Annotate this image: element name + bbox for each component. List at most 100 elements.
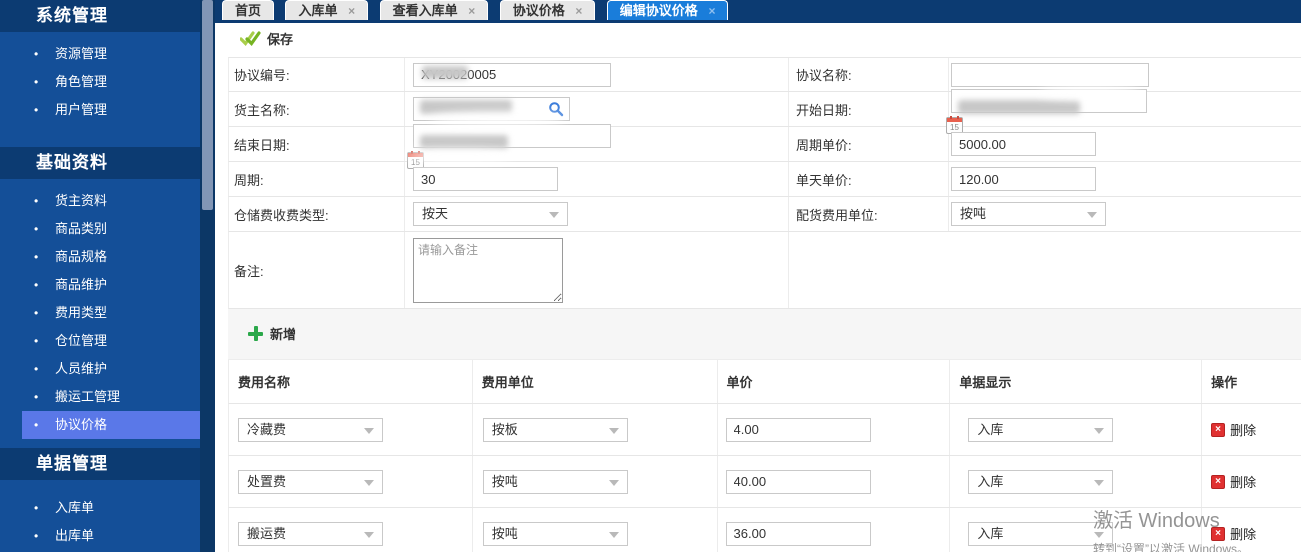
sidebar-item-inbound-order[interactable]: • 入库单 [0,494,200,522]
delivery-fee-unit-select[interactable]: 按吨 [951,202,1106,226]
main-content: 首页 入库单 × 查看入库单 × 协议价格 × 编辑协议价格 × [215,0,1301,552]
bullet-icon: • [34,68,38,96]
field-label-remark: 备注: [229,232,405,308]
col-header-fee-unit: 费用单位 [473,360,718,403]
col-header-fee-name: 费用名称 [229,360,473,403]
cycle-price-input[interactable] [951,132,1096,156]
redaction-smear [403,150,513,162]
sidebar-item-role-mgmt[interactable]: • 角色管理 [0,68,200,96]
fee-table-row: 处置费 按吨 入库 × 删除 [228,456,1301,508]
add-fee-button[interactable]: 新增 [248,324,296,343]
bullet-icon: • [34,187,38,215]
bullet-icon: • [34,271,38,299]
toolbar: 保存 [215,23,1301,57]
sidebar-section-basic-data: 基础资料 [0,147,200,179]
close-icon[interactable]: × [708,4,715,18]
agreement-name-input[interactable] [951,63,1149,87]
plus-icon [248,326,263,341]
delete-button[interactable]: × 删除 [1211,524,1256,543]
delete-x-icon: × [1211,527,1225,541]
fee-unit-select[interactable]: 按吨 [483,470,628,494]
close-icon[interactable]: × [468,4,475,18]
doc-display-select[interactable]: 入库 [968,470,1113,494]
double-check-icon [240,31,261,46]
sidebar-item-fee-type[interactable]: • 费用类型 [0,299,200,327]
day-price-input[interactable] [951,167,1096,191]
doc-display-select[interactable]: 入库 [968,522,1113,546]
bullet-icon: • [34,355,38,383]
field-label-end-date: 结束日期: [229,127,405,161]
price-input[interactable] [726,418,871,442]
sidebar-item-personnel[interactable]: • 人员维护 [0,355,200,383]
redacted-blur [958,100,1080,114]
sidebar-item-outbound-order[interactable]: • 出库单 [0,522,200,550]
sidebar-item-goods-spec[interactable]: • 商品规格 [0,243,200,271]
redacted-blur [422,66,468,79]
delete-x-icon: × [1211,423,1225,437]
field-label-cycle-price: 周期单价: [789,127,949,161]
col-header-price: 单价 [718,360,951,403]
tab-agreement-price[interactable]: 协议价格 × [500,0,596,20]
redaction-smear [1040,86,1140,99]
delete-button[interactable]: × 删除 [1211,472,1256,491]
sidebar-item-agreement-price[interactable]: • 协议价格 [0,411,200,439]
bullet-icon: • [34,411,38,439]
fee-unit-select[interactable]: 按板 [483,418,628,442]
sidebar-item-user-mgmt[interactable]: • 用户管理 [0,96,200,124]
fee-toolbar-band: 新增 [228,309,1301,360]
field-label-owner-name: 货主名称: [229,92,405,126]
tab-edit-agreement-price[interactable]: 编辑协议价格 × [607,0,729,20]
tab-view-inbound-order[interactable]: 查看入库单 × [380,0,489,20]
field-label-day-price: 单天单价: [789,162,949,196]
sidebar-section-system: 系统管理 [0,0,200,32]
fee-name-select[interactable]: 搬运费 [238,522,383,546]
field-label-delivery-fee-unit: 配货费用单位: [789,197,949,231]
fee-table-header: 费用名称 费用单位 单价 单据显示 操作 [228,360,1301,404]
fee-unit-select[interactable]: 按吨 [483,522,628,546]
tab-strip: 首页 入库单 × 查看入库单 × 协议价格 × 编辑协议价格 × [215,0,1301,23]
close-icon[interactable]: × [575,4,582,18]
tab-home[interactable]: 首页 [222,0,274,20]
bullet-icon: • [34,494,38,522]
field-label-start-date: 开始日期: [789,92,949,126]
save-button[interactable]: 保存 [240,29,293,48]
bullet-icon: • [34,299,38,327]
sidebar-item-resource-mgmt[interactable]: • 资源管理 [0,40,200,68]
sidebar-item-bin-mgmt[interactable]: • 仓位管理 [0,327,200,355]
storage-fee-type-select[interactable]: 按天 [413,202,568,226]
bullet-icon: • [34,522,38,550]
bullet-icon: • [34,327,38,355]
bullet-icon: • [34,383,38,411]
sidebar-item-goods-category[interactable]: • 商品类别 [0,215,200,243]
fee-table-row: 搬运费 按吨 入库 × 删除 [228,508,1301,552]
field-label-storage-fee-type: 仓储费收费类型: [229,197,405,231]
sidebar-item-porter-mgmt[interactable]: • 搬运工管理 [0,383,200,411]
close-icon[interactable]: × [348,4,355,18]
remark-textarea[interactable] [413,238,563,303]
app-window: 系统管理 • 资源管理 • 角色管理 • 用户管理 基础资料 • 货主资料 • … [0,0,1301,552]
bullet-icon: • [34,243,38,271]
bullet-icon: • [34,40,38,68]
agreement-form: 协议编号: 协议名称: 货主名称: [215,57,1301,309]
col-header-actions: 操作 [1202,360,1301,403]
field-label-agreement-name: 协议名称: [789,58,949,91]
sidebar: 系统管理 • 资源管理 • 角色管理 • 用户管理 基础资料 • 货主资料 • … [0,0,200,552]
price-input[interactable] [726,470,871,494]
doc-display-select[interactable]: 入库 [968,418,1113,442]
fee-name-select[interactable]: 处置费 [238,470,383,494]
fee-table-row: 冷藏费 按板 入库 × 删除 [228,404,1301,456]
sidebar-item-goods-maintain[interactable]: • 商品维护 [0,271,200,299]
scrollbar-thumb[interactable] [202,0,213,210]
bullet-icon: • [34,96,38,124]
field-label-agreement-no: 协议编号: [229,58,405,91]
sidebar-section-doc-mgmt: 单据管理 [0,448,200,480]
cycle-input[interactable] [413,167,558,191]
delete-x-icon: × [1211,475,1225,489]
tab-inbound-order[interactable]: 入库单 × [285,0,368,20]
price-input[interactable] [726,522,871,546]
vertical-scrollbar[interactable] [200,0,215,552]
fee-name-select[interactable]: 冷藏费 [238,418,383,442]
sidebar-item-owner-data[interactable]: • 货主资料 [0,187,200,215]
bullet-icon: • [34,215,38,243]
delete-button[interactable]: × 删除 [1211,420,1256,439]
